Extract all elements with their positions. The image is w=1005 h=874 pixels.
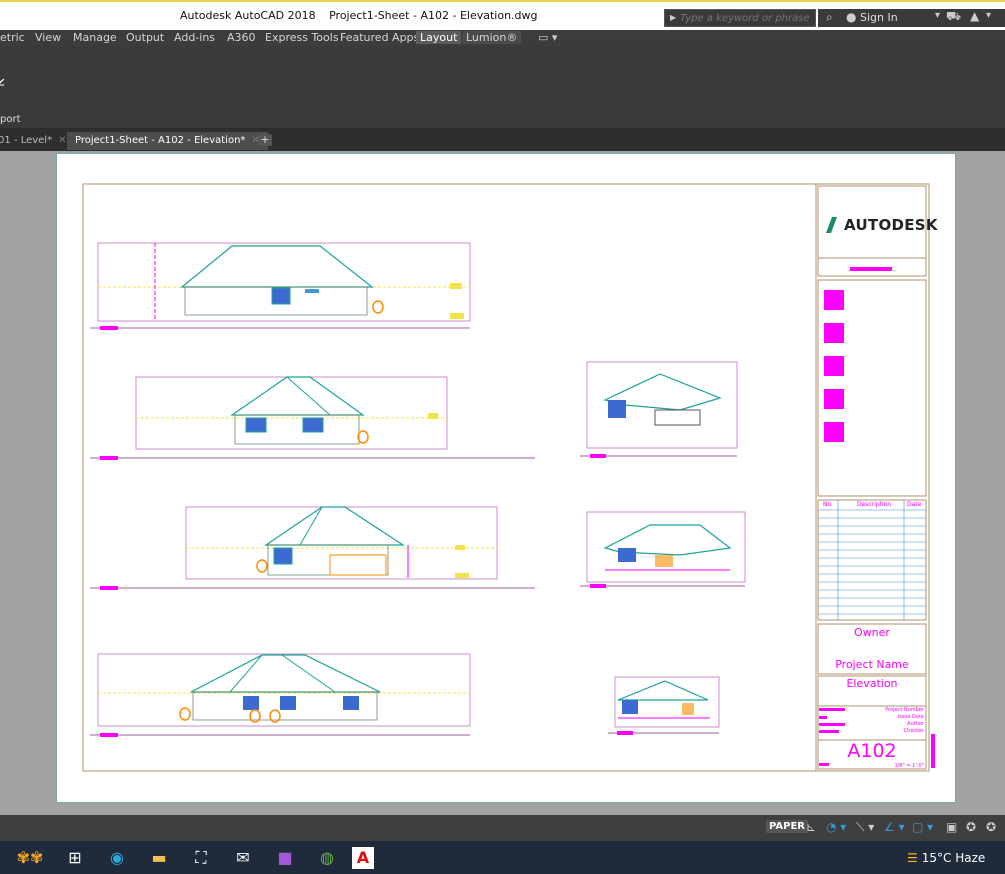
tab-add-ins[interactable]: Add-ins — [174, 31, 215, 44]
ribbon-panel: ⤓ port — [0, 46, 1005, 129]
checker-label: Checker — [903, 728, 924, 734]
doc-tab-level[interactable]: 01 - Level* ✕ — [0, 132, 66, 150]
titlebar-tools: ⌕ ● Sign In ▾ ⛟ ▲ ▾ — [818, 9, 1005, 27]
weather-widget[interactable]: ☰ 15°C Haze — [907, 851, 985, 865]
mail-icon[interactable]: ✉ — [232, 847, 254, 869]
help-dropdown-icon[interactable]: ▾ — [986, 10, 991, 21]
help-icon[interactable]: ▲ — [970, 9, 979, 23]
revision-col-no: No. — [823, 501, 833, 508]
onenote-icon[interactable]: ■ — [274, 847, 296, 869]
search-box[interactable]: ▶ — [664, 9, 816, 27]
paper-space-toggle[interactable]: PAPER — [766, 820, 809, 833]
app-name: Autodesk AutoCAD 2018 — [180, 9, 316, 22]
tab-featured-apps[interactable]: Featured Apps — [340, 31, 419, 44]
tab-view[interactable]: View — [35, 31, 61, 44]
project-info: Project Number Issue Date Author Checker — [850, 707, 924, 735]
edge-icon[interactable]: ◉ — [106, 847, 128, 869]
tab-lumion[interactable]: Lumion® — [462, 31, 522, 44]
sheet-title-label: Elevation — [846, 677, 898, 690]
file-name: Project1-Sheet - A102 - Elevation.dwg — [329, 9, 538, 22]
doc-tab-elevation[interactable]: Project1-Sheet - A102 - Elevation* ✕ — [67, 132, 268, 150]
document-tabs: 01 - Level* ✕ Project1-Sheet - A102 - Ele… — [0, 129, 1005, 151]
windows-taskbar: ✾✾ ⊞ ◉ ▬ ⛶ ✉ ■ ◍ A ☰ 15°C Haze — [0, 841, 1005, 874]
haze-icon: ☰ — [907, 851, 918, 865]
tab-manage[interactable]: Manage — [73, 31, 117, 44]
binoculars-icon[interactable]: ⌕ — [826, 10, 833, 25]
doc-tab-label: Project1-Sheet - A102 - Elevation* — [75, 135, 246, 146]
ortho-icon[interactable]: ◔ ▾ — [826, 820, 846, 834]
paper-sheet[interactable] — [56, 153, 956, 803]
user-icon[interactable]: ● — [846, 10, 856, 24]
sign-in-link[interactable]: Sign In — [860, 11, 898, 24]
ribbon-toggle-icon[interactable]: ▭ ▾ — [538, 31, 557, 44]
autumn-leaves-icon[interactable]: ✾✾ — [10, 847, 50, 869]
project-number-label: Project Number — [885, 707, 924, 713]
revision-col-date: Date — [907, 501, 922, 508]
doc-tab-label: 01 - Level* — [0, 135, 53, 146]
file-explorer-icon[interactable]: ▬ — [148, 847, 170, 869]
status-bar: PAPER ⊾ ◔ ▾ ⟍ ▾ ∠ ▾ ▢ ▾ ▣ ✪ ✪ — [0, 815, 1005, 841]
tab-parametric[interactable]: etric — [0, 31, 25, 44]
ribbon-panel-label: port — [0, 114, 21, 125]
issue-date-label: Issue Date — [897, 714, 924, 720]
window-title: Autodesk AutoCAD 2018 Project1-Sheet - A… — [180, 9, 538, 22]
utorrent-icon[interactable]: ◍ — [316, 847, 338, 869]
dropdown-arrow-icon[interactable]: ▾ — [935, 10, 940, 21]
search-expand-icon[interactable]: ▶ — [670, 13, 676, 22]
autocad-icon[interactable]: A — [352, 847, 374, 869]
author-label: Author — [907, 721, 924, 727]
tab-layout[interactable]: Layout — [416, 31, 462, 44]
osnap-icon[interactable]: ∠ ▾ — [884, 820, 905, 834]
sheet-number: A102 — [847, 740, 897, 762]
store-icon[interactable]: ⛶ — [190, 847, 212, 869]
owner-label: Owner — [854, 626, 890, 639]
search-input[interactable] — [680, 10, 814, 26]
ribbon-tabs: etric View Manage Output Add-ins A360 Ex… — [0, 30, 1005, 46]
project-name-label: Project Name — [835, 658, 909, 671]
revision-col-description: Description — [857, 501, 892, 508]
new-tab-button[interactable]: + — [258, 134, 272, 146]
grid-icon[interactable]: ⊾ — [806, 820, 816, 834]
cart-icon[interactable]: ⛟ — [946, 9, 961, 25]
task-view-icon[interactable]: ⊞ — [64, 847, 86, 869]
object-snap-tracking-icon[interactable]: ▢ ▾ — [912, 820, 933, 834]
autodesk-logo-text: AUTODESK — [844, 216, 938, 234]
tab-a360[interactable]: A360 — [227, 31, 256, 44]
polar-icon[interactable]: ⟍ ▾ — [856, 820, 874, 835]
scale-label: 1/8" = 1'-0" — [894, 763, 924, 769]
close-icon[interactable]: ✕ — [58, 135, 66, 146]
tab-express-tools[interactable]: Express Tools — [265, 31, 339, 44]
weather-text: 15°C Haze — [921, 851, 986, 865]
annotation-scale-icon[interactable]: ✪ — [966, 820, 976, 834]
export-icon[interactable]: ⤓ — [0, 64, 16, 90]
workspace-icon[interactable]: ✪ — [986, 820, 996, 834]
lineweight-icon[interactable]: ▣ — [946, 820, 957, 834]
tab-output[interactable]: Output — [126, 31, 164, 44]
